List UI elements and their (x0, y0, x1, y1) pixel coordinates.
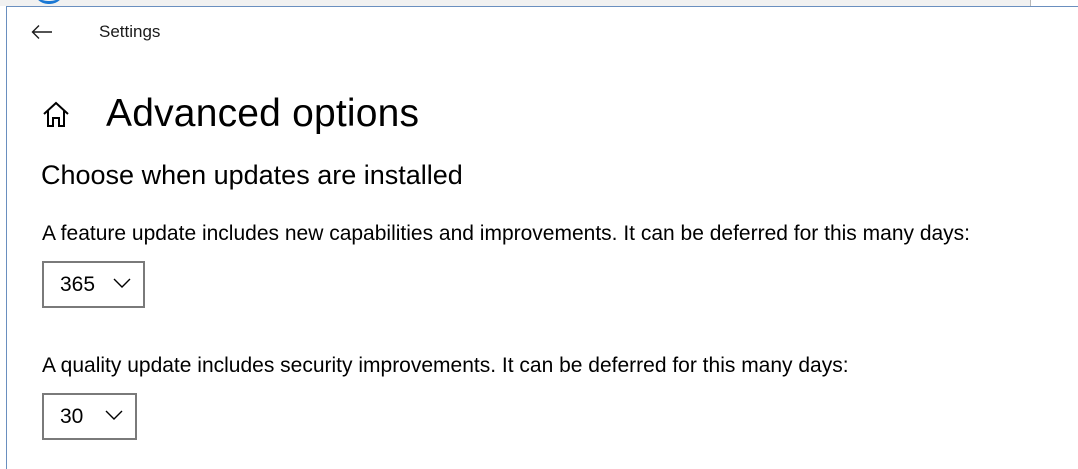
page-title: Advanced options (106, 92, 420, 135)
chevron-down-icon (105, 410, 123, 420)
background-app-edge (34, 0, 64, 4)
feature-update-deferral-dropdown[interactable]: 365 (42, 261, 145, 308)
chevron-down-icon (113, 278, 131, 288)
quality-update-deferral-dropdown[interactable]: 30 (42, 393, 137, 440)
feature-update-deferral-value: 365 (60, 272, 96, 296)
quality-update-deferral-value: 30 (60, 404, 84, 428)
settings-window: Settings Advanced options Choose when up… (0, 0, 1078, 469)
window-frame-left (6, 6, 7, 469)
window-title: Settings (99, 22, 161, 41)
home-icon[interactable] (40, 98, 72, 130)
back-button[interactable] (27, 17, 57, 47)
back-arrow-icon (31, 25, 52, 39)
quality-update-description: A quality update includes security impro… (42, 354, 849, 377)
feature-update-description: A feature update includes new capabiliti… (42, 222, 971, 245)
section-heading: Choose when updates are installed (41, 160, 463, 190)
title-bar: Settings (7, 7, 1078, 53)
